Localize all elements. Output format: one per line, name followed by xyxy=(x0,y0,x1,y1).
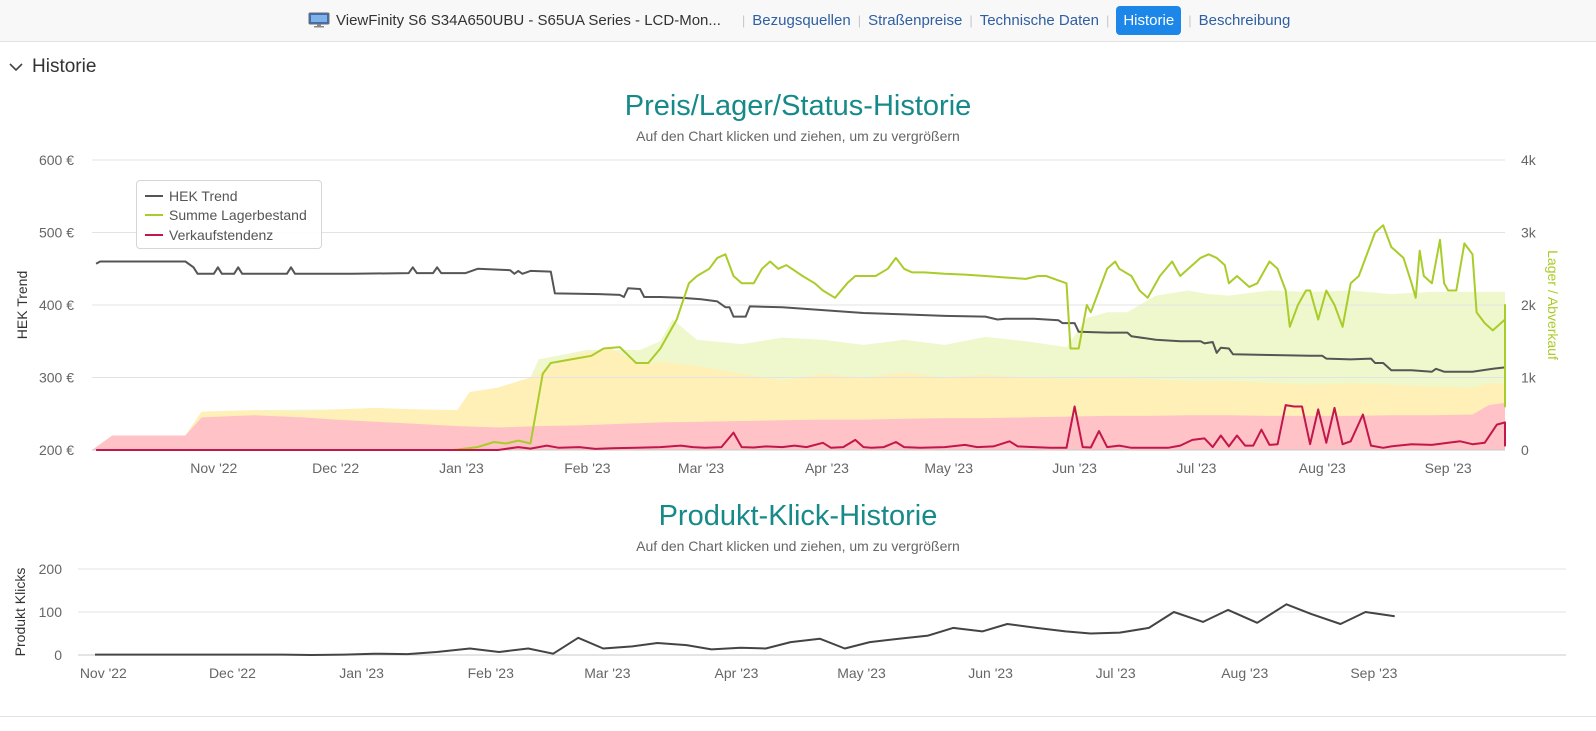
divider xyxy=(0,716,1596,717)
x-tick-label: Jan '23 xyxy=(339,665,384,681)
y-axis-title: Produkt Klicks xyxy=(12,568,28,657)
y-tick-label: 100 xyxy=(39,604,63,620)
x-tick-label: Sep '23 xyxy=(1350,665,1397,681)
x-tick-label: Apr '23 xyxy=(715,665,759,681)
x-tick-label: Mar '23 xyxy=(584,665,630,681)
y-tick-label: 200 xyxy=(39,561,63,577)
product-click-chart[interactable]: 0 100 200 Nov '22 Dec '22 Jan '23 Feb '23 Mar '… xyxy=(0,0,1596,731)
x-tick-label: Dec '22 xyxy=(209,665,256,681)
x-tick-label: May '23 xyxy=(837,665,886,681)
x-tick-label: Aug '23 xyxy=(1221,665,1268,681)
x-tick-label: Jun '23 xyxy=(968,665,1013,681)
x-tick-label: Feb '23 xyxy=(468,665,514,681)
x-tick-label: Jul '23 xyxy=(1096,665,1136,681)
y-tick-label: 0 xyxy=(54,647,62,663)
x-tick-label: Nov '22 xyxy=(80,665,127,681)
